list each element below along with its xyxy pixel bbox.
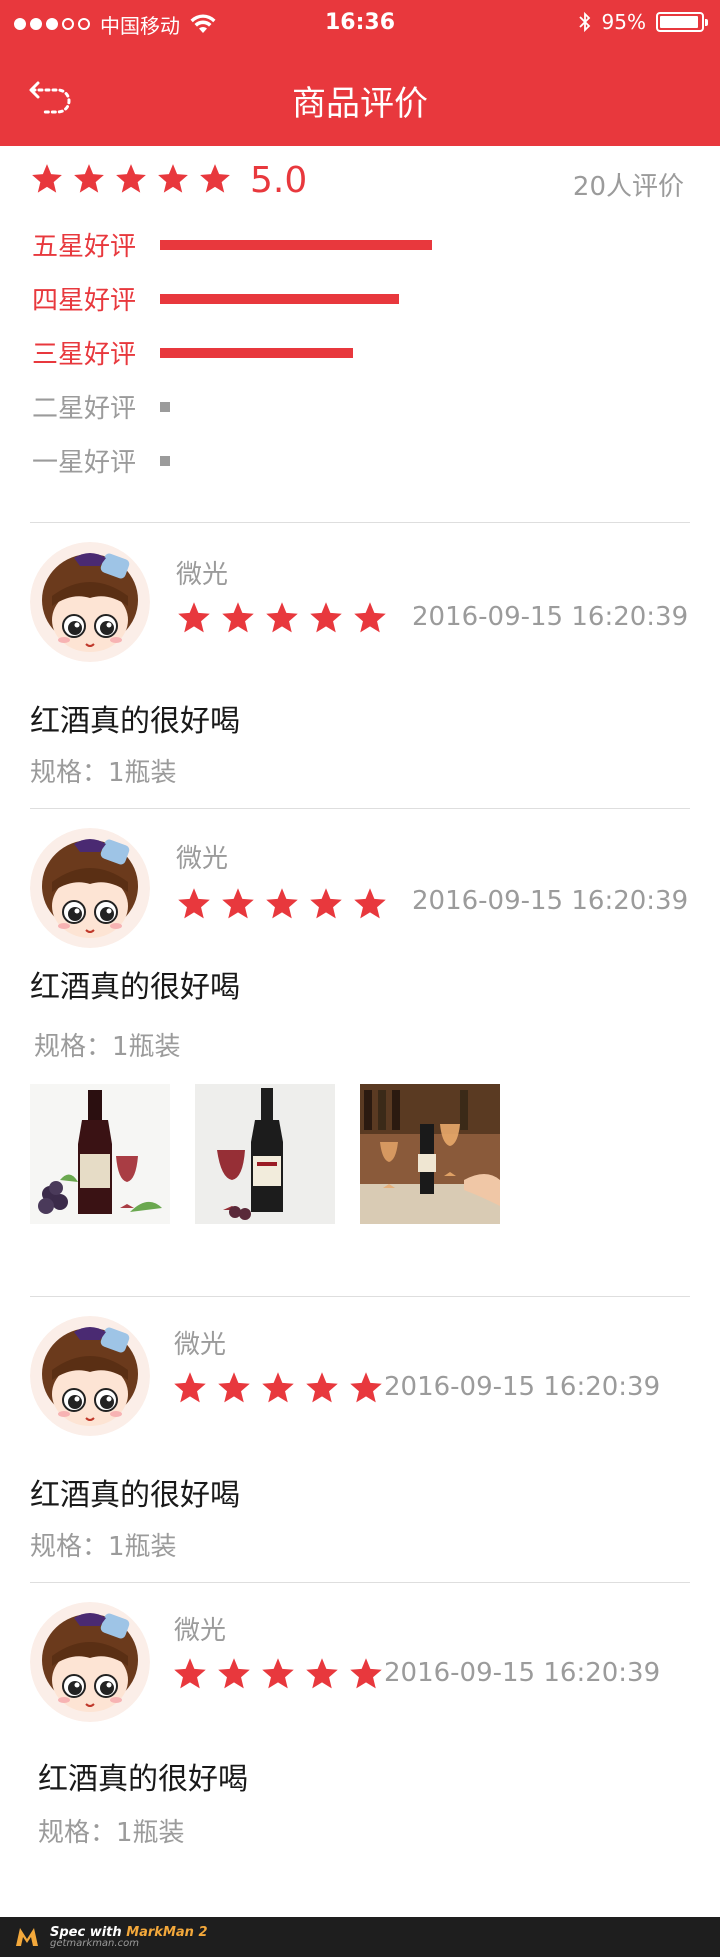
star-icon — [354, 888, 386, 919]
avatar — [30, 1316, 150, 1436]
rating-count: 20人评价 — [572, 172, 684, 202]
status-bar: 中国移动 16:36 95% — [0, 0, 720, 48]
star-icon — [262, 1658, 294, 1689]
star-icon — [306, 1658, 338, 1689]
distribution-bar — [160, 294, 399, 304]
battery-icon — [656, 12, 708, 32]
star-icon — [174, 1372, 206, 1403]
bluetooth-icon — [578, 11, 590, 33]
star-icon — [222, 888, 254, 919]
review-photos — [30, 1084, 500, 1224]
distribution-label: 四星好评 — [32, 286, 137, 316]
divider — [30, 808, 690, 809]
divider — [30, 1582, 690, 1583]
review-stars — [172, 1656, 384, 1692]
star-icon — [218, 1658, 250, 1689]
distribution-label: 三星好评 — [32, 340, 137, 370]
star-icon — [178, 888, 210, 919]
distribution-label: 一星好评 — [32, 448, 137, 478]
star-icon — [174, 1658, 206, 1689]
distribution-label: 五星好评 — [32, 232, 137, 262]
distribution-bar — [160, 348, 353, 358]
distribution-row: 二星好评 — [32, 388, 632, 442]
distribution-bar — [160, 402, 170, 412]
star-icon — [266, 888, 298, 919]
status-right: 95% — [578, 10, 708, 34]
review-time: 2016-09-15 16:20:39 — [384, 1658, 661, 1688]
star-icon — [158, 164, 188, 193]
page-title: 商品评价 — [292, 84, 428, 124]
rating-distribution: 五星好评四星好评三星好评二星好评一星好评 — [32, 226, 632, 496]
star-icon — [310, 888, 342, 919]
nav-bar: 商品评价 — [0, 48, 720, 146]
summary-stars — [30, 162, 232, 196]
avatar — [30, 1602, 150, 1722]
avatar — [30, 828, 150, 948]
rating-summary: 5.0 20人评价 — [30, 160, 690, 202]
review-stars — [176, 600, 388, 636]
reviewer-name: 微光 — [174, 1330, 227, 1360]
star-icon — [310, 602, 342, 633]
wine-bar-photo[interactable] — [360, 1084, 500, 1224]
star-icon — [262, 1372, 294, 1403]
review-time: 2016-09-15 16:20:39 — [412, 886, 689, 916]
review-text: 红酒真的很好喝 — [38, 1762, 248, 1797]
distribution-row: 四星好评 — [32, 280, 632, 334]
avatar — [30, 542, 150, 662]
distribution-bar — [160, 240, 432, 250]
review-stars — [172, 1370, 384, 1406]
star-icon — [306, 1372, 338, 1403]
divider — [30, 522, 690, 523]
reviewer-name: 微光 — [176, 844, 229, 874]
star-icon — [350, 1658, 382, 1689]
distribution-label: 二星好评 — [32, 394, 137, 424]
battery-percent: 95% — [601, 10, 646, 34]
review-text: 红酒真的很好喝 — [30, 970, 240, 1005]
star-icon — [354, 602, 386, 633]
wine-bottle-grapes-photo[interactable] — [30, 1084, 170, 1224]
reviewer-name: 微光 — [174, 1616, 227, 1646]
star-icon — [350, 1372, 382, 1403]
distribution-row: 五星好评 — [32, 226, 632, 280]
wine-bottle-glass-photo[interactable] — [195, 1084, 335, 1224]
review-spec: 规格：1瓶装 — [38, 1818, 185, 1848]
review-spec: 规格：1瓶装 — [34, 1032, 181, 1062]
star-icon — [116, 164, 146, 193]
review-time: 2016-09-15 16:20:39 — [412, 602, 689, 632]
markman-footer: Spec with MarkMan 2 getmarkman.com — [0, 1917, 720, 1957]
average-score: 5.0 — [250, 160, 308, 201]
divider — [30, 1296, 690, 1297]
footer-site: getmarkman.com — [50, 1937, 139, 1949]
markman-logo-icon — [16, 1928, 38, 1946]
star-icon — [200, 164, 230, 193]
star-icon — [218, 1372, 250, 1403]
star-icon — [74, 164, 104, 193]
distribution-row: 一星好评 — [32, 442, 632, 496]
battery-fill — [660, 16, 698, 28]
distribution-bar — [160, 456, 170, 466]
reviewer-name: 微光 — [176, 560, 229, 590]
distribution-row: 三星好评 — [32, 334, 632, 388]
review-text: 红酒真的很好喝 — [30, 1478, 240, 1513]
star-icon — [32, 164, 62, 193]
review-stars — [176, 886, 388, 922]
review-spec: 规格：1瓶装 — [30, 758, 177, 788]
review-spec: 规格：1瓶装 — [30, 1532, 177, 1562]
star-icon — [266, 602, 298, 633]
review-text: 红酒真的很好喝 — [30, 704, 240, 739]
star-icon — [178, 602, 210, 633]
star-icon — [222, 602, 254, 633]
review-time: 2016-09-15 16:20:39 — [384, 1372, 661, 1402]
